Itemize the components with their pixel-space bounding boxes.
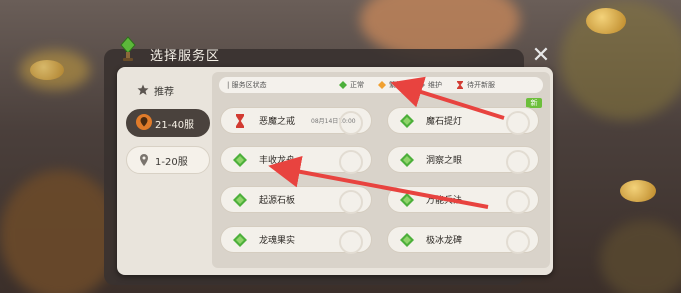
server-button[interactable]: 恶魔之戒 08月14日10:00: [220, 107, 372, 135]
status-diamond-icon: [339, 81, 347, 89]
gem-icon: [120, 36, 136, 61]
close-icon: ✕: [531, 43, 551, 68]
server-button[interactable]: 龙魂果实: [220, 226, 372, 254]
tab-label: 21-40服: [155, 119, 195, 131]
status-normal-icon: [233, 152, 247, 167]
server-button[interactable]: 极冰龙碑: [387, 226, 539, 254]
server-name: 起源石板: [259, 196, 296, 206]
server-name: 丰收龙舟: [259, 156, 296, 166]
hourglass-icon: [457, 81, 463, 89]
background-art: [600, 220, 681, 293]
legend-normal: 正常: [339, 80, 364, 90]
status-normal-icon: [400, 113, 414, 128]
server-name: 万能兵法: [426, 196, 463, 206]
tab-servers-1-20[interactable]: 1-20服: [126, 146, 210, 174]
server-button[interactable]: 起源石板: [220, 186, 372, 214]
status-normal-icon: [400, 192, 414, 207]
coin-icon: [586, 8, 626, 34]
status-normal-icon: [233, 232, 247, 247]
tab-servers-21-40[interactable]: 21-40服: [126, 109, 210, 137]
hourglass-icon: [233, 113, 247, 128]
legend-busy: 繁忙: [378, 80, 403, 90]
server-name: 龙魂果实: [259, 236, 296, 246]
server-button[interactable]: 魔石提灯: [387, 107, 539, 135]
legend-maintenance: 维护: [417, 80, 442, 90]
close-button[interactable]: ✕: [530, 43, 552, 68]
server-name: 极冰龙碑: [426, 236, 463, 246]
server-name: 恶魔之戒: [259, 117, 296, 127]
background-art: [0, 170, 120, 293]
server-open-date: 08月14日10:00: [311, 118, 356, 125]
server-name: 魔石提灯: [426, 117, 463, 127]
dialog-title: 选择服务区: [150, 49, 221, 64]
server-button[interactable]: 丰收龙舟: [220, 146, 372, 174]
server-name: 洞察之眼: [426, 156, 463, 166]
status-normal-icon: [233, 192, 247, 207]
legend-upcoming: 待开新服: [456, 80, 495, 90]
status-legend: | 服务区状态 正常 繁忙 维护 待开新服: [219, 77, 543, 93]
server-button[interactable]: 洞察之眼: [387, 146, 539, 174]
status-normal-icon: [400, 232, 414, 247]
coin-icon: [30, 60, 64, 80]
star-icon: [132, 84, 154, 96]
status-normal-icon: [400, 152, 414, 167]
legend-title: | 服务区状态: [227, 81, 267, 89]
location-pin-icon: [133, 113, 155, 133]
coin-icon: [620, 180, 656, 202]
tab-label: 推荐: [154, 86, 174, 98]
server-button[interactable]: 万能兵法: [387, 186, 539, 214]
status-diamond-icon: [417, 81, 425, 89]
location-pin-icon: [133, 153, 155, 167]
status-diamond-icon: [378, 81, 386, 89]
tab-label: 1-20服: [155, 156, 188, 168]
tab-recommended[interactable]: 推荐: [126, 76, 210, 104]
